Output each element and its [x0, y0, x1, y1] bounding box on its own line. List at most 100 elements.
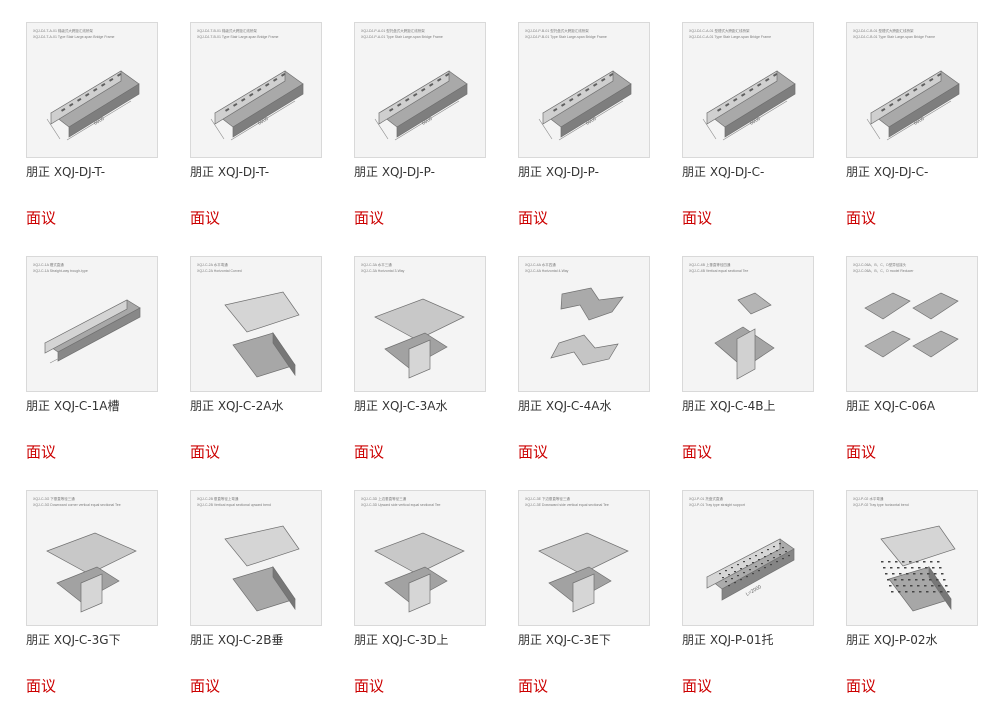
price-negotiable-link[interactable]: 面议	[682, 677, 722, 695]
product-image[interactable]: XQJ-C-4B 上垂直等径四通 XQJ-C-4B Vertical equal …	[682, 256, 814, 392]
product-image[interactable]: XQJ-DJ-P-A-01 型托盘式大跨距汇线桥架 XQJ-DJ-P-A-01 T…	[354, 22, 486, 158]
price-negotiable-link[interactable]: 面议	[846, 209, 886, 227]
product-card[interactable]: XQJ-DJ-C-B-01 型槽式大跨距汇线桥架 XQJ-DJ-C-B-01 Ty…	[846, 22, 980, 242]
product-image[interactable]: XQJ-C-2A 水平弯通 XQJ-C-2A Horizontal Curved	[190, 256, 322, 392]
price-negotiable-link[interactable]: 面议	[682, 209, 722, 227]
product-name-link[interactable]: 朋正 XQJ-P-02水	[846, 633, 993, 647]
price-negotiable-link[interactable]: 面议	[518, 677, 558, 695]
product-image[interactable]: XQJ-C-1A 槽式直通 XQJ-C-1A Straight-way troug…	[26, 256, 158, 392]
product-image[interactable]: XQJ-C-3E 下边垂直等径三通 XQJ-C-3E Downward side …	[518, 490, 650, 626]
product-card[interactable]: XQJ-C-06A、B、C、D型异径接头 XQJ-C-06A、B、C、D mode…	[846, 256, 980, 476]
product-image[interactable]: XQJ-DJ-C-A-01 型槽式大跨距汇线桥架 XQJ-DJ-C-A-01 Ty…	[682, 22, 814, 158]
product-image[interactable]: XQJ-P-02 水平弯通 XQJ-P-02 Tray type horizont…	[846, 490, 978, 626]
perforation	[770, 564, 772, 566]
perforation	[758, 559, 760, 561]
perforation	[734, 571, 736, 573]
product-name-link[interactable]: 朋正 XQJ-P-01托	[682, 633, 832, 647]
perforation	[890, 567, 893, 569]
price-negotiable-link[interactable]: 面议	[354, 443, 394, 461]
product-card[interactable]: XQJ-C-2B 垂直等径上弯通 XQJ-C-2B Vertical equal …	[190, 490, 324, 710]
product-name-link[interactable]: 朋正 XQJ-DJ-T-	[190, 165, 340, 179]
perforation	[881, 561, 884, 563]
product-card[interactable]: XQJ-C-3A 水平三通 XQJ-C-3A Horizontal 3-Way 朋…	[354, 256, 488, 476]
product-card[interactable]: XQJ-C-3E 下边垂直等径三通 XQJ-C-3E Downward side …	[518, 490, 652, 710]
price-negotiable-link[interactable]: 面议	[518, 443, 558, 461]
price-negotiable-link[interactable]: 面议	[518, 209, 558, 227]
product-name-link[interactable]: 朋正 XQJ-C-3E下	[518, 633, 668, 647]
price-negotiable-link[interactable]: 面议	[190, 677, 230, 695]
perforation	[940, 591, 943, 593]
image-caption-line: XQJ-DJ-C-B-01 型槽式大跨距汇线桥架	[853, 28, 914, 33]
product-name-link[interactable]: 朋正 XQJ-C-2B垂	[190, 633, 340, 647]
product-card[interactable]: XQJ-C-1A 槽式直通 XQJ-C-1A Straight-way troug…	[26, 256, 160, 476]
tee-top	[46, 532, 137, 575]
product-card[interactable]: XQJ-P-02 水平弯通 XQJ-P-02 Tray type horizont…	[846, 490, 980, 710]
product-card[interactable]: XQJ-C-3G 下垂直等径三通 XQJ-C-3G Downward corner…	[26, 490, 160, 710]
image-caption-line: XQJ-DJ-P-A-01 型托盘式大跨距汇线桥架	[361, 28, 425, 33]
price-negotiable-link[interactable]: 面议	[190, 209, 230, 227]
product-name-link[interactable]: 朋正 XQJ-C-4A水	[518, 399, 668, 413]
product-card[interactable]: XQJ-DJ-P-B-01 型托盘式大跨距汇线桥架 XQJ-DJ-P-B-01 T…	[518, 22, 652, 242]
price-negotiable-link[interactable]: 面议	[846, 677, 886, 695]
product-card[interactable]: XQJ-DJ-T-A-01 梯级式大跨距汇线桥架 XQJ-DJ-T-A-01 Ty…	[26, 22, 160, 242]
perforation	[776, 550, 778, 552]
product-image[interactable]: XQJ-C-3D 上边垂直等径三通 XQJ-C-3D Upward side ve…	[354, 490, 486, 626]
product-name-link[interactable]: 朋正 XQJ-C-3A水	[354, 399, 504, 413]
product-image[interactable]: XQJ-P-01 托盘式直通 XQJ-P-01 Tray type straigh…	[682, 490, 814, 626]
product-name-link[interactable]: 朋正 XQJ-C-2A水	[190, 399, 340, 413]
perforation	[883, 567, 886, 569]
product-name-link[interactable]: 朋正 XQJ-DJ-P-	[354, 165, 504, 179]
product-image[interactable]: XQJ-C-4A 水平四通 XQJ-C-4A Horizontal 4-Way	[518, 256, 650, 392]
product-image[interactable]: XQJ-C-06A、B、C、D型异径接头 XQJ-C-06A、B、C、D mode…	[846, 256, 978, 392]
product-card[interactable]: XQJ-C-3D 上边垂直等径三通 XQJ-C-3D Upward side ve…	[354, 490, 488, 710]
price-negotiable-link[interactable]: 面议	[682, 443, 722, 461]
product-image[interactable]: XQJ-DJ-P-B-01 型托盘式大跨距汇线桥架 XQJ-DJ-P-B-01 T…	[518, 22, 650, 158]
price-negotiable-link[interactable]: 面议	[26, 209, 66, 227]
product-card[interactable]: XQJ-DJ-P-A-01 型托盘式大跨距汇线桥架 XQJ-DJ-P-A-01 T…	[354, 22, 488, 242]
product-name-link[interactable]: 朋正 XQJ-DJ-C-	[846, 165, 993, 179]
product-card[interactable]: XQJ-C-2A 水平弯通 XQJ-C-2A Horizontal Curved …	[190, 256, 324, 476]
perforation	[746, 565, 748, 567]
product-name-link[interactable]: 朋正 XQJ-DJ-C-	[682, 165, 832, 179]
perforated-tray-icon: XQJ-P-01 托盘式直通 XQJ-P-01 Tray type straigh…	[689, 496, 795, 601]
price-negotiable-link[interactable]: 面议	[354, 209, 394, 227]
perforation	[728, 585, 730, 587]
product-name-link[interactable]: 朋正 XQJ-C-1A槽	[26, 399, 176, 413]
product-image[interactable]: XQJ-C-3G 下垂直等径三通 XQJ-C-3G Downward corner…	[26, 490, 158, 626]
tray-frame-icon: XQJ-DJ-P-B-01 型托盘式大跨距汇线桥架 XQJ-DJ-P-B-01 T…	[525, 28, 632, 141]
product-name-link[interactable]: 朋正 XQJ-DJ-P-	[518, 165, 668, 179]
tee-top	[374, 298, 465, 341]
product-card[interactable]: XQJ-C-4B 上垂直等径四通 XQJ-C-4B Vertical equal …	[682, 256, 816, 476]
price-negotiable-link[interactable]: 面议	[354, 677, 394, 695]
price-negotiable-link[interactable]: 面议	[190, 443, 230, 461]
perforation	[922, 579, 925, 581]
perforated-bend-icon: XQJ-P-02 水平弯通 XQJ-P-02 Tray type horizont…	[853, 496, 956, 612]
product-image[interactable]: XQJ-DJ-C-B-01 型槽式大跨距汇线桥架 XQJ-DJ-C-B-01 Ty…	[846, 22, 978, 158]
product-card[interactable]: XQJ-DJ-T-B-01 梯级式大跨距汇线桥架 XQJ-DJ-T-B-01 Ty…	[190, 22, 324, 242]
product-image[interactable]: XQJ-C-3A 水平三通 XQJ-C-3A Horizontal 3-Way	[354, 256, 486, 392]
downward-side-tee-icon: XQJ-C-3E 下边垂直等径三通 XQJ-C-3E Downward side …	[525, 496, 629, 613]
perforation	[725, 570, 727, 572]
product-card[interactable]: XQJ-C-4A 水平四通 XQJ-C-4A Horizontal 4-Way 朋…	[518, 256, 652, 476]
product-image[interactable]: XQJ-DJ-T-B-01 梯级式大跨距汇线桥架 XQJ-DJ-T-B-01 Ty…	[190, 22, 322, 158]
product-name-link[interactable]: 朋正 XQJ-C-3G下	[26, 633, 176, 647]
perforation	[761, 552, 763, 554]
tray-frame-icon: XQJ-DJ-T-B-01 梯级式大跨距汇线桥架 XQJ-DJ-T-B-01 Ty…	[197, 28, 304, 141]
price-negotiable-link[interactable]: 面议	[846, 443, 886, 461]
perforation	[912, 591, 915, 593]
perforation	[758, 570, 760, 572]
price-negotiable-link[interactable]: 面议	[26, 677, 66, 695]
product-name-link[interactable]: 朋正 XQJ-DJ-T-	[26, 165, 176, 179]
product-image[interactable]: XQJ-C-2B 垂直等径上弯通 XQJ-C-2B Vertical equal …	[190, 490, 322, 626]
image-caption-line: XQJ-P-02 Tray type horizontal bend	[853, 503, 909, 507]
product-card[interactable]: XQJ-DJ-C-A-01 型槽式大跨距汇线桥架 XQJ-DJ-C-A-01 Ty…	[682, 22, 816, 242]
product-card[interactable]: XQJ-P-01 托盘式直通 XQJ-P-01 Tray type straigh…	[682, 490, 816, 710]
product-name-link[interactable]: 朋正 XQJ-C-3D上	[354, 633, 504, 647]
perforation	[887, 579, 890, 581]
product-image[interactable]: XQJ-DJ-T-A-01 梯级式大跨距汇线桥架 XQJ-DJ-T-A-01 Ty…	[26, 22, 158, 158]
price-negotiable-link[interactable]: 面议	[26, 443, 66, 461]
cross-junction-icon: XQJ-C-4A 水平四通 XQJ-C-4A Horizontal 4-Way	[525, 262, 624, 366]
image-caption-line: XQJ-C-2A Horizontal Curved	[197, 269, 242, 273]
product-name-link[interactable]: 朋正 XQJ-C-06A	[846, 399, 993, 413]
product-name-link[interactable]: 朋正 XQJ-C-4B上	[682, 399, 832, 413]
